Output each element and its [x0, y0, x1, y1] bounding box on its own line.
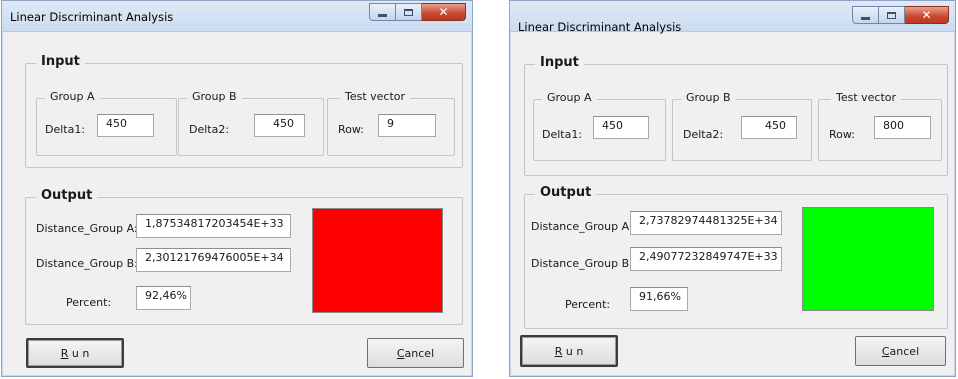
caption-buttons: ✕	[852, 6, 949, 25]
minimize-button[interactable]	[852, 6, 879, 24]
result-color-swatch	[312, 208, 443, 313]
window-title: Linear Discriminant Analysis	[10, 10, 174, 24]
delta1-field[interactable]: 450	[97, 114, 154, 137]
run-label: u n	[68, 346, 90, 360]
result-color-swatch	[802, 207, 934, 311]
distance-b-label: Distance_Group B:	[36, 257, 138, 270]
row-label: Row:	[338, 123, 364, 136]
maximize-button[interactable]	[396, 3, 422, 21]
output-frame: Output Distance_Group A: 2,7378297448132…	[524, 185, 948, 329]
percent-label: Percent:	[565, 298, 611, 311]
test-vector-legend: Test vector	[340, 90, 411, 103]
output-frame: Output Distance_Group A: 1,8753481720345…	[25, 188, 463, 325]
row-field[interactable]: 800	[874, 116, 931, 139]
delta2-label: Delta2:	[189, 123, 230, 136]
lda-window-1: Linear Discriminant Analysis ✕ Input Gro…	[1, 0, 473, 377]
input-legend: Input	[36, 54, 85, 69]
cancel-button[interactable]: Cancel	[855, 336, 946, 366]
input-frame: Input Group A Delta1: 450 Group B Delta2…	[524, 55, 948, 176]
test-vector-frame: Test vector Row: 800	[818, 91, 942, 161]
window-title: Linear Discriminant Analysis	[518, 20, 682, 34]
cancel-button[interactable]: Cancel	[367, 338, 464, 368]
input-frame: Input Group A Delta1: 450 Group B Delta2…	[25, 54, 463, 168]
distance-a-label: Distance_Group A:	[531, 220, 633, 233]
group-a-frame: Group A Delta1: 450	[36, 90, 177, 156]
run-accelerator: R	[554, 344, 563, 358]
cancel-accelerator: C	[881, 344, 890, 358]
minimize-icon	[861, 16, 870, 20]
delta2-label: Delta2:	[683, 128, 724, 141]
caption-buttons: ✕	[369, 3, 466, 22]
minimize-button[interactable]	[369, 3, 396, 21]
cancel-accelerator: C	[396, 346, 405, 360]
close-button[interactable]: ✕	[422, 3, 466, 21]
cancel-label: ancel	[889, 344, 920, 358]
percent-label: Percent:	[66, 296, 112, 309]
run-label: u n	[562, 344, 584, 358]
run-button[interactable]: R u n	[520, 335, 618, 367]
percent-field[interactable]: 92,46%	[136, 286, 191, 310]
close-button[interactable]: ✕	[905, 6, 949, 24]
run-button[interactable]: R u n	[26, 338, 124, 368]
group-b-frame: Group B Delta2: 450	[178, 90, 324, 156]
group-b-frame: Group B Delta2: 450	[672, 91, 812, 161]
title-bar[interactable]: Linear Discriminant Analysis ✕	[2, 1, 472, 32]
output-legend: Output	[36, 188, 98, 203]
distance-a-field[interactable]: 1,87534817203454E+33	[136, 214, 291, 238]
minimize-icon	[378, 13, 387, 17]
distance-b-field[interactable]: 2,49077232849747E+33	[630, 247, 782, 271]
row-field[interactable]: 9	[378, 114, 436, 137]
input-legend: Input	[535, 55, 584, 70]
group-b-legend: Group B	[187, 90, 242, 103]
delta2-field[interactable]: 450	[741, 116, 797, 139]
group-a-legend: Group A	[45, 90, 100, 103]
close-icon: ✕	[921, 8, 932, 22]
run-accelerator: R	[60, 346, 69, 360]
maximize-icon	[887, 11, 896, 19]
distance-b-label: Distance_Group B:	[531, 257, 633, 270]
lda-window-2: Linear Discriminant Analysis ✕ Input Gro…	[509, 0, 956, 377]
group-b-legend: Group B	[681, 91, 736, 104]
maximize-icon	[404, 8, 413, 16]
delta1-label: Delta1:	[45, 123, 86, 136]
delta2-field[interactable]: 450	[254, 114, 305, 137]
group-a-frame: Group A Delta1: 450	[533, 91, 666, 161]
test-vector-legend: Test vector	[831, 91, 902, 104]
row-label: Row:	[829, 128, 855, 141]
test-vector-frame: Test vector Row: 9	[327, 90, 455, 156]
distance-a-field[interactable]: 2,73782974481325E+34	[630, 211, 782, 235]
distance-a-label: Distance_Group A:	[36, 222, 138, 235]
delta1-field[interactable]: 450	[593, 116, 649, 139]
delta1-label: Delta1:	[542, 128, 583, 141]
percent-field[interactable]: 91,66%	[630, 287, 688, 311]
cancel-label: ancel	[404, 346, 435, 360]
maximize-button[interactable]	[879, 6, 905, 24]
output-legend: Output	[535, 185, 597, 200]
distance-b-field[interactable]: 2,30121769476005E+34	[136, 248, 291, 272]
group-a-legend: Group A	[542, 91, 597, 104]
title-bar[interactable]: Linear Discriminant Analysis ✕	[510, 1, 955, 34]
close-icon: ✕	[438, 5, 449, 19]
